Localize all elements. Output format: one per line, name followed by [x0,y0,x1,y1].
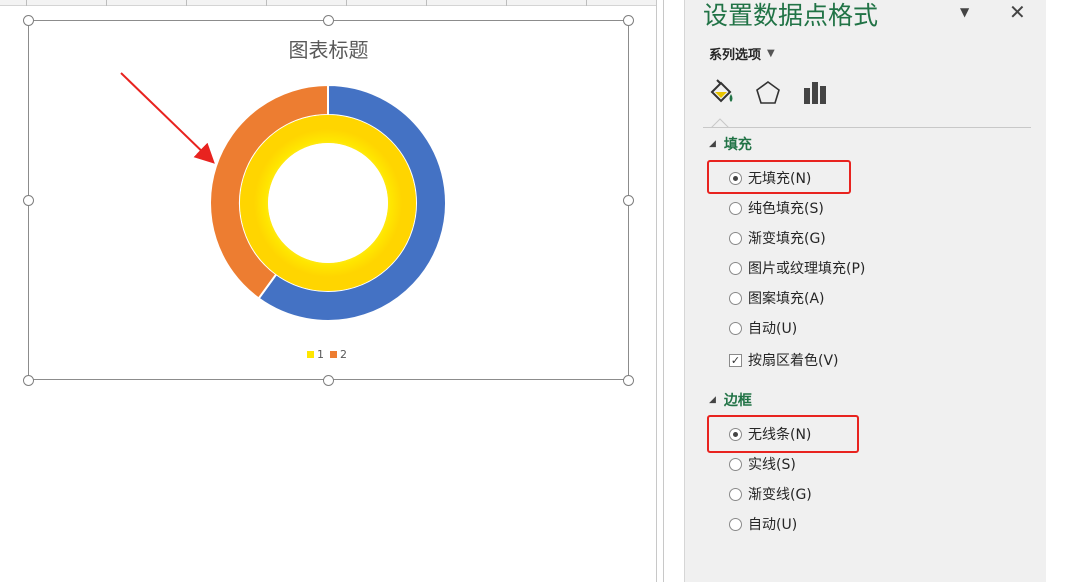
worksheet-area[interactable]: 图表标题 1 2 [0,0,664,582]
option-label: 自动(U) [748,321,798,337]
doughnut-hole [268,143,388,263]
fill-section-label: 填充 [723,137,752,153]
collapse-triangle-icon: ◢ [709,395,716,405]
border-option-solid-line[interactable]: 实线(S) [729,454,796,474]
doughnut-chart[interactable] [0,0,664,582]
radio[interactable] [729,321,742,335]
resize-handle-bottom-right[interactable] [623,375,634,386]
option-label: 按扇区着色(V) [748,353,839,369]
series-options-label: 系列选项 [709,48,762,63]
doughnut-rings[interactable] [209,83,447,322]
radio[interactable] [729,291,742,305]
legend-label: 2 [340,347,347,361]
pane-options-arrow-icon[interactable]: ▼ [960,5,969,19]
checkmark-icon[interactable]: ✓ [729,353,742,367]
resize-handle-right[interactable] [623,195,634,206]
border-option-gradient-line[interactable]: 渐变线(G) [729,484,812,504]
border-option-automatic[interactable]: 自动(U) [729,514,797,534]
window-right-edge [1046,0,1085,582]
highlight-box-no-line [707,415,859,453]
resize-handle-bottom[interactable] [323,375,334,386]
radio[interactable] [729,261,742,275]
radio[interactable] [729,231,742,245]
fill-line-icon[interactable] [707,78,737,108]
option-label: 图片或纹理填充(P) [748,261,866,277]
legend-entry-1[interactable]: 1 [307,348,324,361]
legend-label: 1 [317,347,324,361]
radio[interactable] [729,201,742,215]
fill-option-gradient[interactable]: 渐变填充(G) [729,228,826,248]
option-label: 图案填充(A) [748,291,825,307]
resize-handle-left[interactable] [23,195,34,206]
option-label: 纯色填充(S) [748,201,824,217]
border-section-header[interactable]: ◢ 边框 [709,390,752,410]
series-options-dropdown[interactable]: 系列选项 ▼ [709,44,775,63]
radio[interactable] [729,487,742,501]
pane-gap [664,0,684,582]
vary-colors-by-slice-checkbox[interactable]: ✓ 按扇区着色(V) [729,350,839,370]
option-label: 实线(S) [748,457,796,473]
legend-swatch [307,350,314,358]
tab-divider [703,127,1031,128]
series-options-bar-icon[interactable] [801,78,831,108]
pane-title: 设置数据点格式 [703,1,879,30]
legend-entry-2[interactable]: 2 [330,348,347,361]
option-label: 渐变填充(G) [748,231,826,247]
format-data-point-pane[interactable]: 设置数据点格式 ▼ ✕ 系列选项 ▼ ◢ 填充 无填充(N) 纯色填充(S) 渐… [684,0,1046,582]
chart-legend[interactable]: 1 2 [307,347,347,361]
annotation-arrow [120,72,215,164]
fill-option-picture-texture[interactable]: 图片或纹理填充(P) [729,258,865,278]
resize-handle-top-right[interactable] [623,15,634,26]
resize-handle-bottom-left[interactable] [23,375,34,386]
resize-handle-top-left[interactable] [23,15,34,26]
highlight-box-no-fill [707,160,851,194]
effects-pentagon-icon[interactable] [753,78,783,108]
legend-swatch [330,350,337,358]
option-label: 自动(U) [748,517,798,533]
close-icon[interactable]: ✕ [1009,0,1026,24]
option-label: 渐变线(G) [748,487,812,503]
radio[interactable] [729,517,742,531]
collapse-triangle-icon: ◢ [709,139,716,149]
fill-option-automatic[interactable]: 自动(U) [729,318,797,338]
fill-option-solid[interactable]: 纯色填充(S) [729,198,824,218]
fill-option-pattern[interactable]: 图案填充(A) [729,288,825,308]
radio[interactable] [729,457,742,471]
resize-handle-top[interactable] [323,15,334,26]
fill-section-header[interactable]: ◢ 填充 [709,134,752,154]
border-section-label: 边框 [723,393,752,409]
chevron-down-icon: ▼ [767,48,775,59]
